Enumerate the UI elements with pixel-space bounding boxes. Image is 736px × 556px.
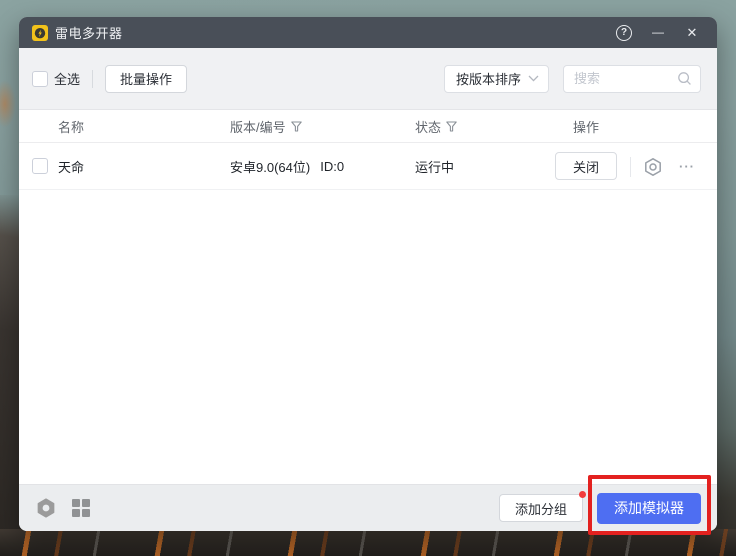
table-row[interactable]: 天命 安卓9.0(64位) ID:0 运行中 关闭 ··· xyxy=(19,143,717,190)
window-controls: ? — ✕ xyxy=(611,20,705,46)
column-header-operations: 操作 xyxy=(573,110,599,142)
settings-gear-icon[interactable] xyxy=(643,157,663,177)
search-box[interactable] xyxy=(563,65,701,93)
column-header-name[interactable]: 名称 xyxy=(58,110,84,142)
toolbar: 全选 批量操作 按版本排序 xyxy=(19,48,717,110)
titlebar: 雷电多开器 ? — ✕ xyxy=(19,17,717,48)
add-group-wrap: 添加分组 xyxy=(499,494,583,522)
grid-view-icon[interactable] xyxy=(72,499,90,517)
wallpaper-rocks xyxy=(0,529,736,556)
window-title: 雷电多开器 xyxy=(55,23,123,42)
column-header-version[interactable]: 版本/编号 xyxy=(230,110,302,142)
sort-dropdown[interactable]: 按版本排序 xyxy=(444,65,549,93)
app-logo-icon xyxy=(32,25,48,41)
filter-icon[interactable] xyxy=(446,121,457,132)
app-window: 雷电多开器 ? — ✕ 全选 批量操作 按版本排序 xyxy=(19,17,717,531)
row-action-divider xyxy=(630,157,631,177)
status-badge: 运行中 xyxy=(415,143,454,189)
emulator-version: 安卓9.0(64位) xyxy=(230,157,310,176)
batch-operation-button[interactable]: 批量操作 xyxy=(105,65,187,93)
help-icon[interactable]: ? xyxy=(611,20,637,46)
more-options-icon[interactable]: ··· xyxy=(674,155,700,177)
row-checkbox-cell xyxy=(32,143,48,189)
select-all-checkbox[interactable] xyxy=(32,71,48,87)
emulator-name: 天命 xyxy=(58,143,84,189)
search-input[interactable] xyxy=(574,71,677,86)
filter-icon[interactable] xyxy=(291,121,302,132)
close-emulator-button[interactable]: 关闭 xyxy=(555,152,617,180)
search-icon xyxy=(677,71,692,86)
add-emulator-button[interactable]: 添加模拟器 xyxy=(597,493,701,524)
add-group-button[interactable]: 添加分组 xyxy=(499,494,583,522)
wallpaper-glow xyxy=(0,80,16,128)
footer-bar: 添加分组 添加模拟器 xyxy=(19,484,717,531)
chevron-down-icon xyxy=(528,75,539,82)
empty-list-area xyxy=(19,190,717,484)
emulator-version-cell: 安卓9.0(64位) ID:0 xyxy=(230,143,344,189)
minimize-icon[interactable]: — xyxy=(645,20,671,46)
column-header-status[interactable]: 状态 xyxy=(415,110,457,142)
table-header: 名称 版本/编号 状态 操作 xyxy=(19,110,717,143)
emulator-id: ID:0 xyxy=(320,159,344,174)
sort-dropdown-value: 按版本排序 xyxy=(456,69,528,88)
toolbar-divider xyxy=(92,70,93,88)
global-settings-icon[interactable] xyxy=(36,498,56,518)
close-icon[interactable]: ✕ xyxy=(679,20,705,46)
row-checkbox[interactable] xyxy=(32,158,48,174)
select-all-label: 全选 xyxy=(54,69,80,88)
notification-dot-badge xyxy=(579,491,586,498)
